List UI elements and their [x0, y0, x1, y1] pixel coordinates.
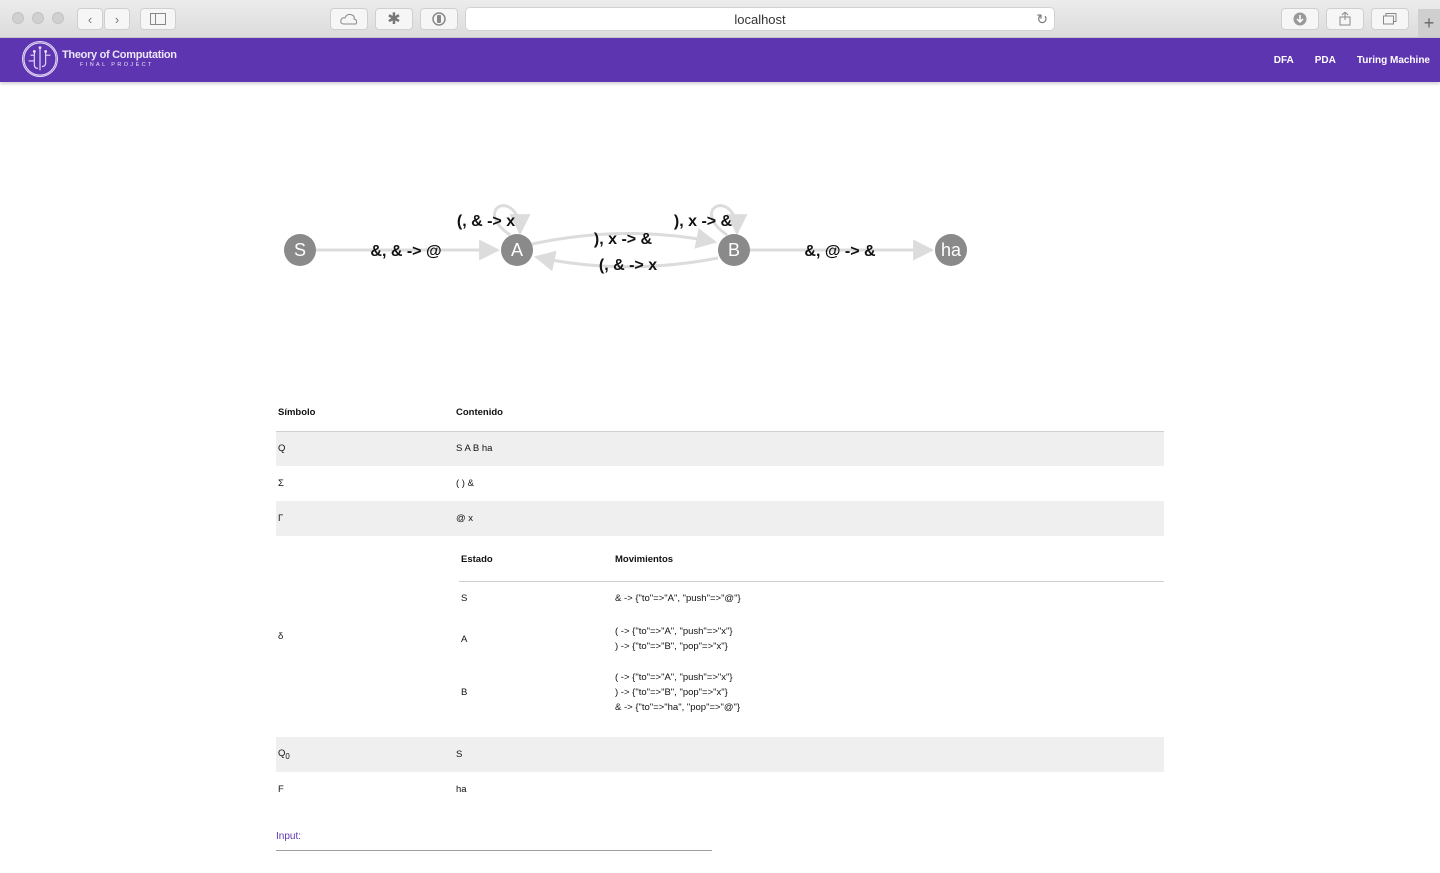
edge-label-s-a: &, & -> @	[370, 243, 441, 260]
address-bar[interactable]: localhost ↻	[465, 7, 1055, 31]
sidebar-icon	[150, 13, 166, 25]
edge-label-a-b: ), x -> &	[594, 231, 653, 248]
table-row: Q S A B ha	[276, 431, 1164, 466]
row-content: S	[454, 737, 1164, 772]
edge-label-a-a: (, & -> x	[457, 213, 515, 230]
state-label-s: S	[294, 240, 306, 260]
sidebar-toggle-button[interactable]	[140, 8, 176, 30]
nav-link-pda[interactable]: PDA	[1315, 55, 1336, 66]
state-label-b: B	[728, 240, 740, 260]
logo[interactable]: Theory of Computation FINAL PROJECT	[22, 41, 177, 77]
share-button[interactable]	[1326, 8, 1364, 30]
q-subscript: 0	[285, 751, 290, 761]
nav-link-dfa[interactable]: DFA	[1274, 55, 1294, 66]
input-group: Input:	[276, 831, 712, 857]
edge-label-b-b: ), x -> &	[674, 213, 733, 230]
state-label-a: A	[511, 240, 523, 260]
header-symbol: Símbolo	[276, 395, 454, 432]
transition-moves: ( -> {"to"=>"A", "push"=>"x"} ) -> {"to"…	[613, 662, 1164, 723]
share-icon	[1339, 12, 1351, 26]
initial-state-symbol: Q0	[276, 737, 454, 772]
transition-state: S	[461, 593, 468, 605]
pda-definition-table: Símbolo Contenido Q S A B ha Σ ( ) & Γ @…	[276, 395, 1164, 807]
row-content: S A B ha	[454, 431, 1164, 466]
final-states-symbol: F	[278, 784, 284, 795]
puzzle-icon: ✱	[387, 11, 401, 28]
automaton-graph-svg: &, & -> @ (, & -> x ), x -> & (, & -> x …	[284, 204, 967, 274]
row-content: ha	[456, 784, 467, 795]
table-row: Γ @ x	[276, 501, 1164, 536]
forward-button[interactable]: ›	[104, 8, 130, 30]
circuit-logo-icon	[22, 41, 58, 77]
chevron-right-icon: ›	[114, 11, 120, 27]
browser-toolbar: ‹ › ✱ localhost ↻ +	[0, 0, 1440, 38]
back-button[interactable]: ‹	[77, 8, 103, 30]
move-line: ( -> {"to"=>"A", "push"=>"x"}	[615, 672, 733, 683]
move-line: & -> {"to"=>"A", "push"=>"@"}	[615, 593, 741, 605]
move-line: ( -> {"to"=>"A", "push"=>"x"}	[615, 626, 733, 637]
transition-table: Estado Movimientos S & -> {"to"=>"A", "p…	[459, 539, 1164, 723]
table-row: Q0 S	[276, 737, 1164, 772]
move-line: ) -> {"to"=>"B", "pop"=>"x"}	[615, 641, 728, 652]
download-icon	[1293, 12, 1307, 26]
state-node-a[interactable]: A	[501, 234, 533, 266]
transition-row-s: S & -> {"to"=>"A", "push"=>"@"}	[459, 581, 1164, 616]
row-content: ( ) &	[456, 478, 474, 489]
table-row: Σ ( ) &	[276, 466, 1164, 501]
transition-row-a: A ( -> {"to"=>"A", "push"=>"x"} ) -> {"t…	[459, 616, 1164, 662]
move-line: ) -> {"to"=>"B", "pop"=>"x"}	[615, 687, 728, 698]
input-label: Input:	[276, 831, 302, 842]
nav-links: DFA PDA Turing Machine	[1253, 38, 1430, 82]
zoom-window-icon[interactable]	[52, 12, 64, 24]
transition-cell: Estado Movimientos S & -> {"to"=>"A", "p…	[454, 536, 1164, 737]
edge-label-b-a: (, & -> x	[599, 257, 657, 274]
transition-row: δ Estado Movimientos S & -> {"to"=>"A", …	[276, 536, 1164, 737]
state-node-s[interactable]: S	[284, 234, 316, 266]
icloud-tabs-button[interactable]	[330, 8, 368, 30]
row-content: @ x	[454, 501, 1164, 536]
transition-state: A	[461, 633, 468, 645]
header-moves: Movimientos	[613, 539, 1164, 582]
close-window-icon[interactable]	[12, 12, 24, 24]
header-state: Estado	[459, 539, 613, 582]
state-node-ha[interactable]: ha	[935, 234, 967, 266]
logo-subtitle: FINAL PROJECT	[80, 61, 154, 68]
reload-icon[interactable]: ↻	[1036, 11, 1048, 28]
row-symbol: Γ	[276, 501, 454, 536]
table-row: F ha	[276, 772, 1164, 807]
transition-moves: & -> {"to"=>"A", "push"=>"@"}	[613, 581, 1164, 616]
downloads-button[interactable]	[1281, 8, 1319, 30]
url-text: localhost	[734, 11, 786, 27]
transition-row-b: B ( -> {"to"=>"A", "push"=>"x"} ) -> {"t…	[459, 662, 1164, 723]
new-tab-button[interactable]: +	[1418, 9, 1440, 37]
edge-label-b-ha: &, @ -> &	[804, 243, 876, 260]
app-navbar: Theory of Computation FINAL PROJECT DFA …	[0, 38, 1440, 82]
show-tabs-button[interactable]	[1371, 8, 1409, 30]
extension-button[interactable]: ✱	[375, 8, 413, 30]
tabs-icon	[1383, 13, 1397, 25]
shield-icon	[432, 12, 446, 26]
row-symbol: Q	[276, 431, 454, 466]
logo-title: Theory of Computation	[62, 48, 177, 61]
transition-state: B	[461, 687, 468, 698]
state-node-b[interactable]: B	[718, 234, 750, 266]
chevron-left-icon: ‹	[87, 11, 93, 27]
cloud-icon	[340, 13, 358, 25]
privacy-button[interactable]	[420, 8, 458, 30]
minimize-window-icon[interactable]	[32, 12, 44, 24]
automaton-graph: &, & -> @ (, & -> x ), x -> & (, & -> x …	[0, 82, 1440, 382]
move-line: & -> {"to"=>"ha", "pop"=>"@"}	[615, 702, 741, 713]
row-symbol: Σ	[278, 478, 284, 489]
word-input[interactable]	[276, 843, 712, 857]
header-content: Contenido	[454, 395, 1164, 432]
state-label-ha: ha	[941, 240, 962, 260]
nav-link-turing-machine[interactable]: Turing Machine	[1357, 55, 1430, 66]
transition-moves: ( -> {"to"=>"A", "push"=>"x"} ) -> {"to"…	[613, 616, 1164, 662]
delta-symbol: δ	[278, 631, 284, 642]
